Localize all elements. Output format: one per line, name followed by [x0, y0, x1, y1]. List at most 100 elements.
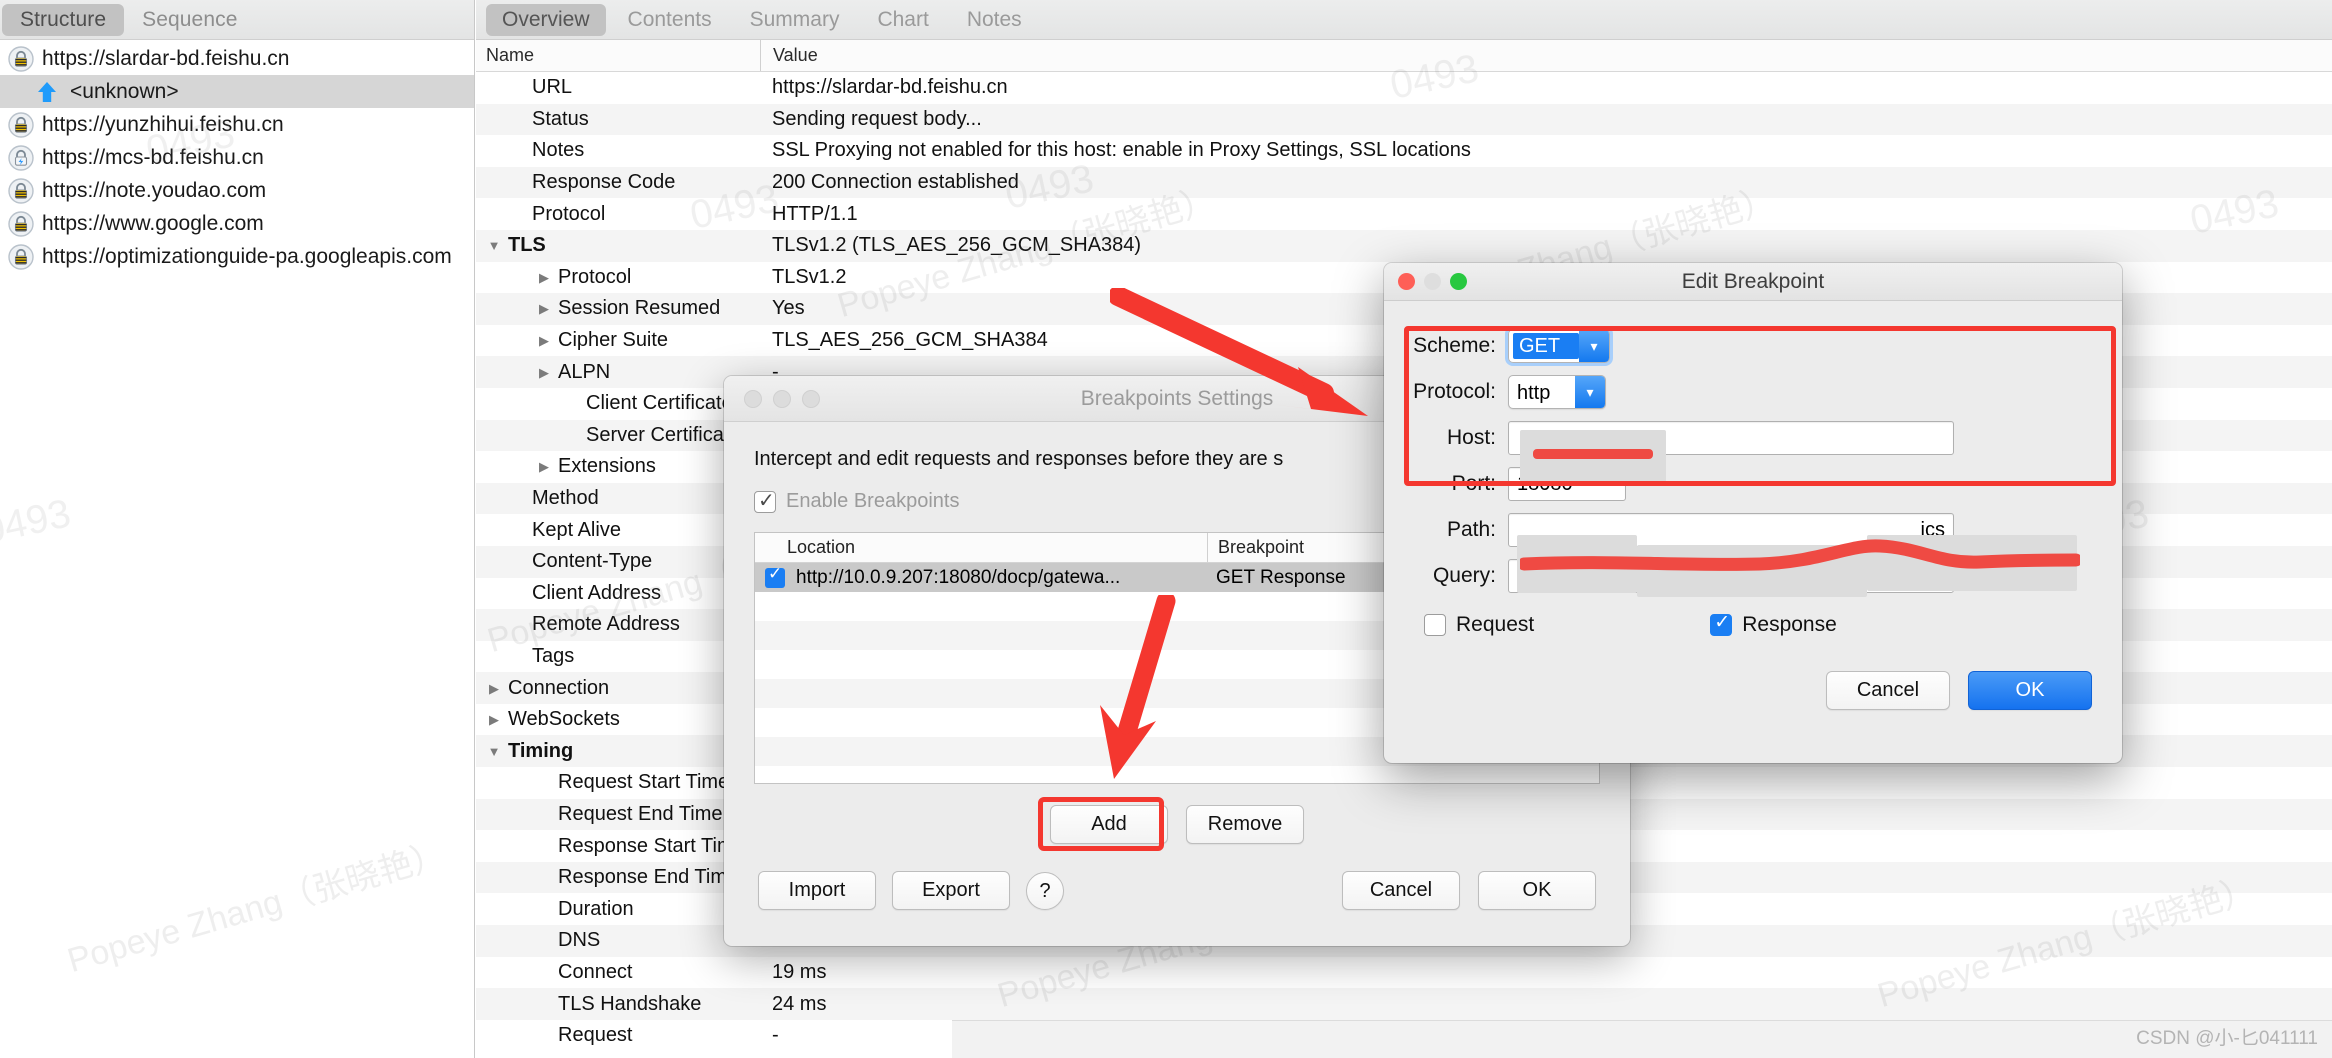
host-list-item[interactable]: https://yunzhihui.feishu.cn	[0, 108, 474, 141]
left-tab-sequence[interactable]: Sequence	[124, 4, 255, 36]
column-header-value[interactable]: Value	[760, 40, 2332, 71]
detail-row-label: Request Start Time	[558, 771, 730, 794]
detail-row-name: Request Start Time	[476, 767, 760, 799]
disclosure-closed-icon[interactable]: ▶	[534, 460, 554, 473]
host-list[interactable]: https://slardar-bd.feishu.cn <unknown> htt…	[0, 40, 474, 273]
host-list-item[interactable]: https://optimizationguide-pa.googleapis.…	[0, 240, 474, 273]
bp-column-location[interactable]: Location	[755, 537, 1207, 558]
detail-row-label: WebSockets	[508, 708, 620, 731]
tab-chart[interactable]: Chart	[861, 4, 944, 36]
request-response-checkboxes: Request Response	[1410, 611, 2096, 637]
csdn-watermark: CSDN @小-匕041111	[2136, 1028, 2318, 1049]
disclosure-closed-icon[interactable]: ▶	[534, 366, 554, 379]
request-checkbox[interactable]	[1424, 614, 1446, 636]
tab-summary[interactable]: Summary	[734, 4, 856, 36]
host-list-item[interactable]: https://note.youdao.com	[0, 174, 474, 207]
disclosure-closed-icon[interactable]: ▶	[534, 302, 554, 315]
breakpoints-ok-button[interactable]: OK	[1478, 871, 1596, 910]
edit-cancel-button[interactable]: Cancel	[1826, 671, 1950, 710]
detail-row[interactable]: TLS Handshake 24 ms	[476, 988, 2332, 1020]
detail-row[interactable]: Response Code 200 Connection established	[476, 166, 2332, 199]
breakpoint-empty-row	[755, 766, 1599, 783]
tab-notes[interactable]: Notes	[951, 4, 1038, 36]
detail-row-label: Extensions	[558, 455, 656, 478]
host-list-item[interactable]: <unknown>	[0, 75, 474, 108]
lock-icon	[8, 45, 34, 72]
detail-row-label: Duration	[558, 897, 634, 920]
host-input[interactable]	[1508, 421, 1954, 455]
lock-bolt-icon	[8, 144, 34, 171]
chevron-down-icon: ▾	[1575, 376, 1605, 408]
breakpoints-cancel-button[interactable]: Cancel	[1342, 871, 1460, 910]
breakpoint-enabled-checkbox[interactable]	[765, 564, 785, 588]
response-checkbox[interactable]	[1710, 611, 1733, 636]
host-list-item[interactable]: https://mcs-bd.feishu.cn	[0, 141, 474, 174]
disclosure-closed-icon[interactable]: ▶	[534, 271, 554, 284]
add-button[interactable]: Add	[1050, 805, 1168, 844]
host-label: https://optimizationguide-pa.googleapis.…	[42, 244, 452, 268]
left-tabbar: Structure Sequence	[0, 0, 474, 40]
tab-overview[interactable]: Overview	[486, 3, 606, 36]
detail-row-name: Notes	[476, 135, 760, 167]
protocol-select[interactable]: http ▾	[1508, 375, 1606, 409]
edit-breakpoint-titlebar[interactable]: Edit Breakpoint	[1384, 263, 2122, 301]
detail-row-label: DNS	[558, 929, 601, 952]
right-tabbar: Overview Contents Summary Chart Notes	[476, 0, 2332, 40]
detail-row-value: HTTP/1.1	[772, 202, 858, 225]
disclosure-closed-icon[interactable]: ▶	[484, 713, 504, 726]
detail-row-name: Request End Time	[476, 799, 760, 831]
remove-button[interactable]: Remove	[1186, 805, 1304, 844]
disclosure-closed-icon[interactable]: ▶	[534, 334, 554, 347]
tab-contents[interactable]: Contents	[612, 4, 728, 36]
host-list-item[interactable]: https://slardar-bd.feishu.cn	[0, 42, 474, 75]
detail-row-label: Connect	[558, 960, 633, 983]
charles-proxy-window: Structure Sequence https://slardar-bd.fei…	[0, 0, 2332, 1058]
detail-row-label: Response End Time	[558, 866, 739, 889]
detail-row[interactable]: ▼ TLS TLSv1.2 (TLS_AES_256_GCM_SHA384)	[476, 229, 2332, 262]
edit-ok-button[interactable]: OK	[1968, 671, 2092, 710]
detail-row-label: Client Address	[532, 581, 661, 604]
export-button[interactable]: Export	[892, 871, 1010, 910]
detail-row-name: Response Code	[476, 167, 760, 199]
scheme-value: GET	[1513, 333, 1579, 359]
detail-row-label: Client Certificates	[586, 392, 743, 415]
detail-row-name: Duration	[476, 893, 760, 925]
lock-icon	[8, 177, 34, 204]
detail-row[interactable]: URL https://slardar-bd.feishu.cn	[476, 72, 2332, 104]
detail-row-value: Sending request body...	[772, 107, 982, 130]
response-checkbox-group[interactable]: Response	[1710, 611, 1837, 637]
host-row: Host:	[1410, 415, 2096, 461]
detail-row[interactable]: Notes SSL Proxying not enabled for this h…	[476, 135, 2332, 167]
disclosure-closed-icon[interactable]: ▶	[484, 682, 504, 695]
enable-breakpoints-checkbox[interactable]	[754, 488, 776, 513]
path-input[interactable]: ics	[1508, 513, 1954, 547]
host-list-item[interactable]: https://www.google.com	[0, 207, 474, 240]
bp-column-breakpoint[interactable]: Breakpoint	[1207, 533, 1304, 562]
breakpoint-location: http://10.0.9.207:18080/docp/gatewa...	[796, 566, 1121, 588]
column-header-name[interactable]: Name	[476, 45, 760, 66]
detail-row-label: Request End Time	[558, 802, 723, 825]
detail-row-name: Status	[476, 104, 760, 136]
detail-row-name: ▶ Connection	[476, 672, 760, 704]
detail-row-label: Protocol	[558, 265, 632, 288]
host-label: https://mcs-bd.feishu.cn	[42, 145, 264, 169]
detail-row-label: Response Start Time	[558, 834, 745, 857]
detail-row-name: Response Start Time	[476, 830, 760, 862]
request-checkbox-group[interactable]: Request	[1424, 613, 1534, 637]
detail-row[interactable]: Protocol HTTP/1.1	[476, 198, 2332, 230]
detail-row[interactable]: Status Sending request body...	[476, 103, 2332, 136]
detail-row-name: Response End Time	[476, 862, 760, 894]
port-input[interactable]: 18080	[1508, 467, 1626, 501]
disclosure-open-icon[interactable]: ▼	[484, 745, 504, 758]
detail-row[interactable]: Connect 19 ms	[476, 957, 2332, 989]
detail-row-value: TLS_AES_256_GCM_SHA384	[772, 329, 1048, 352]
disclosure-open-icon[interactable]: ▼	[484, 239, 504, 252]
lock-icon	[8, 111, 34, 138]
help-button[interactable]: ?	[1026, 871, 1064, 910]
query-input[interactable]	[1508, 559, 1954, 593]
detail-row-label: Request	[558, 1024, 633, 1047]
import-button[interactable]: Import	[758, 871, 876, 910]
detail-row-name: Tags	[476, 641, 760, 673]
left-tab-structure[interactable]: Structure	[2, 3, 125, 36]
scheme-select[interactable]: GET ▾	[1505, 326, 1613, 366]
